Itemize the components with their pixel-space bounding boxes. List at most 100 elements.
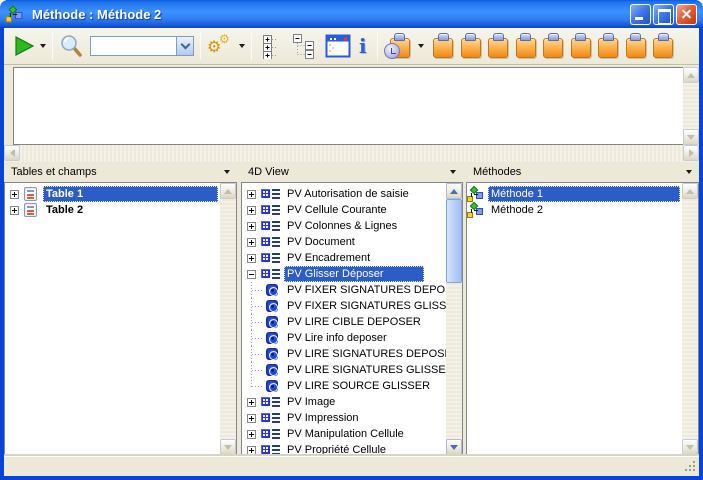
clipboard-icon[interactable]	[461, 33, 481, 59]
scroll-track[interactable]	[683, 83, 699, 129]
tables-scrollbar[interactable]	[220, 183, 236, 455]
tree-row[interactable]: PV Image	[242, 394, 446, 410]
clipboard-icon[interactable]	[653, 33, 673, 59]
search-icon[interactable]	[59, 33, 84, 59]
tree-expander-plus[interactable]	[247, 206, 256, 215]
scroll-track[interactable]	[446, 199, 462, 439]
scroll-track[interactable]	[682, 199, 698, 439]
tree-item-label[interactable]: PV Colonnes & Lignes	[284, 218, 400, 234]
tree-item-label[interactable]: PV FIXER SIGNATURES DEPOSER	[284, 282, 446, 298]
clipboard-icon[interactable]	[598, 33, 618, 59]
tree-expander-plus[interactable]	[10, 206, 19, 215]
tree-item-label[interactable]: PV Cellule Courante	[284, 202, 390, 218]
4dview-header-dropdown-caret[interactable]	[450, 170, 456, 174]
close-button[interactable]	[676, 4, 697, 25]
titlebar[interactable]: Méthode : Méthode 2	[0, 0, 703, 28]
editor-horizontal-scrollbar[interactable]	[4, 145, 699, 162]
tree-row[interactable]: PV LIRE SOURCE GLISSER	[242, 378, 446, 394]
scroll-up-button[interactable]	[220, 183, 236, 199]
tree-row[interactable]: Table 2	[5, 202, 220, 218]
clipboard-icon[interactable]	[488, 33, 508, 59]
scroll-down-button[interactable]	[220, 439, 236, 455]
tree-item-label[interactable]: Table 2	[43, 202, 86, 218]
tree-item-label[interactable]: PV LIRE SOURCE GLISSER	[284, 378, 433, 394]
scroll-down-button[interactable]	[682, 439, 698, 455]
clipboard-icon[interactable]	[543, 33, 563, 59]
preferences-button[interactable]: ⚙⚙	[207, 33, 245, 59]
tree-item-label[interactable]: PV Encadrement	[284, 250, 373, 266]
clipboard-icon[interactable]	[571, 33, 591, 59]
tree-expander-plus[interactable]	[247, 446, 256, 455]
scroll-right-button[interactable]	[683, 145, 699, 161]
tree-item-label[interactable]: PV Document	[284, 234, 358, 250]
tree-expander-plus[interactable]	[247, 398, 256, 407]
tree-expander-minus[interactable]	[247, 270, 256, 279]
editor-vertical-scrollbar[interactable]	[683, 67, 699, 145]
scroll-up-button[interactable]	[446, 183, 462, 199]
tree-item-label[interactable]: Table 1	[43, 186, 218, 202]
maximize-button[interactable]	[653, 4, 674, 25]
tree-row[interactable]: Méthode 1	[467, 186, 682, 202]
execute-dropdown-caret[interactable]	[40, 44, 46, 48]
tree-row[interactable]: Méthode 2	[467, 202, 682, 218]
scroll-track[interactable]	[220, 199, 236, 439]
methods-scrollbar[interactable]	[682, 183, 698, 455]
tree-row[interactable]: PV Impression	[242, 410, 446, 426]
tree-item-label[interactable]: PV Impression	[284, 410, 362, 426]
tree-row[interactable]: PV LIRE CIBLE DEPOSER	[242, 314, 446, 330]
minimize-button[interactable]	[630, 4, 651, 25]
tree-expander-plus[interactable]	[10, 190, 19, 199]
tree-item-label[interactable]: Méthode 1	[488, 186, 680, 202]
tree-row[interactable]: PV Colonnes & Lignes	[242, 218, 446, 234]
search-combobox[interactable]	[90, 36, 194, 56]
macros-dropdown-caret[interactable]	[418, 44, 424, 48]
tree-row[interactable]: PV Encadrement	[242, 250, 446, 266]
methods-header-dropdown-caret[interactable]	[686, 170, 692, 174]
tree-item-label[interactable]: PV LIRE SIGNATURES GLISSER	[284, 362, 446, 378]
tree-expander-plus[interactable]	[247, 254, 256, 263]
scroll-down-button[interactable]	[683, 129, 699, 145]
tree-row[interactable]: PV Cellule Courante	[242, 202, 446, 218]
resize-grip[interactable]	[685, 461, 697, 473]
tree-item-label[interactable]: PV LIRE CIBLE DEPOSER	[284, 314, 424, 330]
tree-item-label[interactable]: PV Lire info deposer	[284, 330, 390, 346]
macros-button[interactable]	[384, 32, 424, 60]
scroll-track[interactable]	[20, 145, 683, 162]
tree-expander-plus[interactable]	[247, 430, 256, 439]
preferences-dropdown-caret[interactable]	[239, 44, 245, 48]
tree-item-label[interactable]: PV FIXER SIGNATURES GLISSER	[284, 298, 446, 314]
scroll-left-button[interactable]	[4, 145, 20, 161]
tree-row[interactable]: PV Propriété Cellule	[242, 442, 446, 455]
tree-expander-plus[interactable]	[247, 238, 256, 247]
tree-row[interactable]: Table 1	[5, 186, 220, 202]
tree-item-label[interactable]: PV Autorisation de saisie	[284, 186, 412, 202]
search-input[interactable]	[91, 37, 176, 55]
tables-header-dropdown-caret[interactable]	[224, 170, 230, 174]
tree-row[interactable]: PV LIRE SIGNATURES GLISSER	[242, 362, 446, 378]
tree-item-label[interactable]: PV LIRE SIGNATURES DEPOSER	[284, 346, 446, 362]
tree-row[interactable]: PV LIRE SIGNATURES DEPOSER	[242, 346, 446, 362]
tree-row[interactable]: PV Manipulation Cellule	[242, 426, 446, 442]
tree-row[interactable]: PV Lire info deposer	[242, 330, 446, 346]
clipboard-icon[interactable]	[516, 33, 536, 59]
tree-expander-plus[interactable]	[247, 190, 256, 199]
search-dropdown-button[interactable]	[176, 37, 193, 55]
clipboard-icon[interactable]	[626, 33, 646, 59]
tree-row[interactable]: PV Document	[242, 234, 446, 250]
execute-method-button[interactable]	[12, 34, 46, 58]
new-window-icon[interactable]	[325, 34, 352, 59]
tree-item-label[interactable]: PV Manipulation Cellule	[284, 426, 407, 442]
expand-all-icon[interactable]	[261, 33, 285, 59]
tree-item-label[interactable]: PV Glisser Déposer	[284, 266, 424, 282]
tree-row[interactable]: PV FIXER SIGNATURES DEPOSER	[242, 282, 446, 298]
tree-row[interactable]: PV Autorisation de saisie	[242, 186, 446, 202]
scroll-down-button[interactable]	[446, 439, 462, 455]
scroll-up-button[interactable]	[682, 183, 698, 199]
tree-item-label[interactable]: PV Image	[284, 394, 338, 410]
code-editor[interactable]	[13, 67, 683, 145]
clipboard-icon[interactable]	[433, 33, 453, 59]
tree-row[interactable]: PV Glisser Déposer	[242, 266, 446, 282]
tree-item-label[interactable]: PV Propriété Cellule	[284, 442, 389, 455]
tree-row[interactable]: PV FIXER SIGNATURES GLISSER	[242, 298, 446, 314]
scroll-thumb[interactable]	[446, 199, 462, 283]
